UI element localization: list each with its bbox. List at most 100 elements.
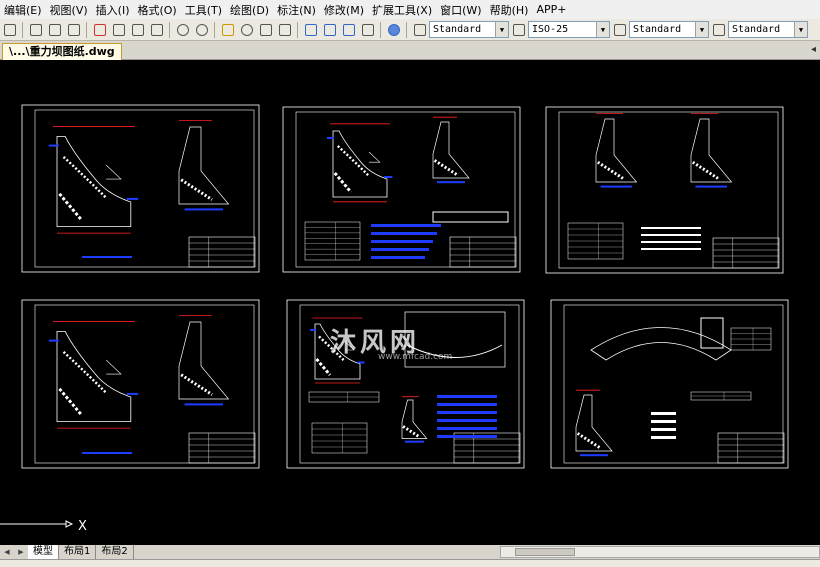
- menu-item-1[interactable]: 视图(V): [46, 2, 92, 18]
- menu-item-10[interactable]: 帮助(H): [486, 2, 533, 18]
- first-tab-icon[interactable]: ◀: [0, 548, 14, 556]
- help-icon[interactable]: [385, 21, 402, 38]
- note-text: [371, 248, 429, 251]
- print-preview-icon[interactable]: [46, 21, 63, 38]
- properties-icon[interactable]: [302, 21, 319, 38]
- cut-icon[interactable]: [91, 21, 108, 38]
- chevron-down-icon[interactable]: ▼: [695, 22, 708, 37]
- text-style-icon: [411, 21, 428, 38]
- zoom-previous-icon[interactable]: [276, 21, 293, 38]
- drawing-sheet-1: [21, 104, 260, 273]
- concrete-hatch: [336, 145, 370, 177]
- menu-item-3[interactable]: 格式(O): [133, 2, 180, 18]
- document-tab-bar: \...\重力坝图纸.dwg ◂: [0, 41, 820, 60]
- table-style-icon: [611, 21, 628, 38]
- sheet-border: [21, 299, 260, 469]
- menu-item-2[interactable]: 插入(I): [92, 2, 134, 18]
- print-icon[interactable]: [27, 21, 44, 38]
- tab-layout1[interactable]: 布局1: [59, 545, 97, 559]
- pan-icon[interactable]: [219, 21, 236, 38]
- drawing-sheet-6: [550, 299, 789, 469]
- drawing-canvas[interactable]: X 沐风网 www.mfcad.com: [0, 60, 820, 545]
- menu-item-11[interactable]: APP+: [532, 3, 570, 16]
- design-center-icon[interactable]: [321, 21, 338, 38]
- menu-item-0[interactable]: 编辑(E): [0, 2, 46, 18]
- title-block: [712, 237, 780, 269]
- multileader-style-icon: [710, 21, 727, 38]
- ucs-icon: X: [0, 519, 87, 534]
- menu-item-5[interactable]: 绘图(D): [226, 2, 273, 18]
- paste-icon[interactable]: [129, 21, 146, 38]
- drawing-title: [404, 440, 424, 443]
- note-text: [641, 234, 701, 236]
- sheet-inner-border: [563, 304, 784, 464]
- note-text: [371, 232, 437, 235]
- menu-item-9[interactable]: 窗口(W): [436, 2, 485, 18]
- horizontal-scrollbar[interactable]: [500, 546, 820, 558]
- note-text: [437, 403, 497, 406]
- drawing-sheet-4: [21, 299, 260, 469]
- note-text: [651, 436, 676, 439]
- zoom-realtime-icon[interactable]: [238, 21, 255, 38]
- table-style-dropdown[interactable]: Standard ▼: [629, 21, 709, 38]
- arch-dam-plan: [590, 327, 732, 361]
- small-hatch: [402, 425, 420, 438]
- small-hatch: [180, 373, 213, 396]
- slope-triangle: [105, 164, 122, 180]
- save-icon[interactable]: [1, 21, 18, 38]
- sheet-border: [21, 104, 260, 273]
- publish-icon[interactable]: [65, 21, 82, 38]
- title-block: [449, 236, 517, 268]
- note-text: [437, 395, 497, 398]
- dim-style-dropdown[interactable]: ISO-25 ▼: [528, 21, 610, 38]
- menu-item-7[interactable]: 修改(M): [320, 2, 368, 18]
- watermark-url: www.mfcad.com: [378, 352, 453, 362]
- note-text: [437, 411, 497, 414]
- small-dam-profile: [178, 321, 230, 400]
- copy-icon[interactable]: [110, 21, 127, 38]
- multileader-style-value: Standard: [732, 24, 781, 35]
- water-level-mark: [126, 392, 139, 395]
- toolbar-separator: [214, 21, 215, 38]
- menu-item-4[interactable]: 工具(T): [181, 2, 226, 18]
- water-level-mark: [357, 361, 365, 364]
- redo-icon[interactable]: [193, 21, 210, 38]
- chevron-down-icon[interactable]: ▼: [794, 22, 807, 37]
- markup-icon[interactable]: [359, 21, 376, 38]
- menu-item-6[interactable]: 标注(N): [273, 2, 320, 18]
- tool-palettes-icon[interactable]: [340, 21, 357, 38]
- concrete-hatch: [62, 350, 108, 394]
- small-dam-profile: [575, 394, 613, 452]
- dam-profile: [332, 130, 388, 198]
- water-level-mark: [126, 197, 139, 200]
- match-properties-icon[interactable]: [148, 21, 165, 38]
- dim-style-value: ISO-25: [532, 24, 569, 35]
- tab-scroll-icon[interactable]: ◂: [811, 44, 816, 55]
- slope-triangle: [105, 359, 122, 375]
- tab-layout2[interactable]: 布局2: [96, 545, 134, 559]
- note-text: [641, 241, 701, 243]
- water-level-mark: [327, 137, 335, 139]
- tab-model[interactable]: 模型: [28, 545, 59, 559]
- note-text: [437, 435, 497, 438]
- undo-icon[interactable]: [174, 21, 191, 38]
- small-hatch: [180, 178, 213, 201]
- zoom-window-icon[interactable]: [257, 21, 274, 38]
- chevron-down-icon[interactable]: ▼: [495, 22, 508, 37]
- note-text: [641, 248, 701, 250]
- multileader-style-dropdown[interactable]: Standard ▼: [728, 21, 808, 38]
- sheet-inner-border: [558, 111, 779, 269]
- chevron-down-icon[interactable]: ▼: [596, 22, 609, 37]
- document-tab[interactable]: \...\重力坝图纸.dwg: [2, 43, 122, 60]
- toolbar-separator: [22, 21, 23, 38]
- text-style-dropdown[interactable]: Standard ▼: [429, 21, 509, 38]
- drawing-title: [580, 454, 608, 457]
- next-tab-icon[interactable]: ▶: [14, 548, 28, 556]
- table-style-value: Standard: [633, 24, 682, 35]
- scrollbar-thumb[interactable]: [515, 548, 575, 556]
- note-text: [641, 227, 701, 229]
- foundation-hatch: [58, 387, 83, 417]
- note-text: [651, 412, 676, 415]
- menu-bar: 编辑(E) 视图(V) 插入(I) 格式(O) 工具(T) 绘图(D) 标注(N) 修改(M)…: [0, 0, 820, 19]
- menu-item-8[interactable]: 扩展工具(X): [368, 2, 436, 18]
